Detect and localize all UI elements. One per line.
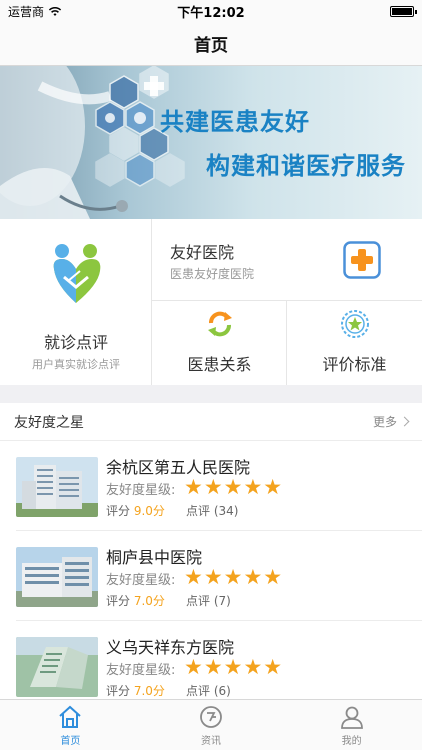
score: 评分 7.0分: [106, 592, 165, 609]
refresh-arrows-icon: [208, 311, 232, 337]
hospital-photo: [16, 637, 98, 697]
hospital-list: 余杭区第五人民医院 友好度星级: ★★★★★ 评分 9.0分 点评 (34) 桐…: [0, 441, 422, 699]
rating-label: 友好度星级:: [106, 483, 176, 498]
wifi-icon: [48, 6, 62, 16]
consult-review-title: 就诊点评: [43, 333, 108, 352]
friendly-hospital-title: 友好医院: [170, 243, 235, 262]
tab-profile-label: 我的: [341, 735, 362, 747]
chevron-right-icon: [399, 416, 410, 427]
hospital-photo: [16, 457, 98, 517]
home-icon: [59, 705, 81, 728]
score: 评分 9.0分: [106, 502, 165, 519]
tab-home[interactable]: 首页: [0, 700, 141, 750]
status-bar: 运营商 下午12:02: [0, 0, 422, 22]
score-value: 7.0分: [133, 594, 165, 608]
hospital-list-item[interactable]: 余杭区第五人民医院 友好度星级: ★★★★★ 评分 9.0分 点评 (34): [0, 441, 422, 529]
section-title: 友好度之星: [14, 414, 84, 431]
score-label: 评分: [106, 684, 131, 698]
hospital-photo: [16, 547, 98, 607]
friendly-hospital-card[interactable]: 友好医院 医患友好度医院: [152, 219, 422, 301]
tab-bar: 首页 资讯 我的: [0, 699, 422, 750]
evaluation-standard-title: 评价标准: [322, 355, 387, 374]
quick-actions-panel: 就诊点评 用户真实就诊点评 友好医院 医患友好度医院 医患关系 评价标准: [0, 219, 422, 385]
star-badge-icon: [341, 310, 369, 338]
consult-review-subtitle: 用户真实就诊点评: [32, 358, 120, 371]
star-rating: ★★★★★: [184, 655, 284, 679]
more-link[interactable]: 更多: [372, 413, 410, 430]
review-count: 点评 (34): [186, 504, 239, 518]
consult-review-card[interactable]: 就诊点评 用户真实就诊点评: [0, 219, 152, 385]
score-label: 评分: [106, 504, 131, 518]
news-icon: [200, 705, 222, 728]
page-title: 首页: [194, 36, 228, 56]
hospital-list-item[interactable]: 桐庐县中医院 友好度星级: ★★★★★ 评分 7.0分 点评 (7): [0, 531, 422, 619]
promo-banner[interactable]: 共建医患友好 构建和谐医疗服务: [0, 66, 422, 219]
hospital-cross-icon: [343, 241, 381, 279]
section-header: 友好度之星 更多: [0, 403, 422, 441]
banner-medical-illustration: [0, 66, 185, 219]
friendly-hospital-subtitle: 医患友好度医院: [170, 267, 255, 281]
tab-home-label: 首页: [60, 735, 81, 747]
score-value: 7.0分: [133, 684, 165, 698]
review-count: 点评 (7): [186, 594, 231, 608]
rating-label: 友好度星级:: [106, 663, 176, 678]
status-left: 运营商: [8, 3, 62, 20]
doctor-patient-card[interactable]: 医患关系: [152, 301, 287, 385]
evaluation-standard-card[interactable]: 评价标准: [287, 301, 422, 385]
navigation-bar: 首页: [0, 22, 422, 66]
star-rating: ★★★★★: [184, 475, 284, 499]
tab-news[interactable]: 资讯: [141, 700, 282, 750]
carrier-label: 运营商: [8, 4, 45, 19]
review-count: 点评 (6): [186, 684, 231, 698]
battery-icon: [390, 5, 417, 17]
hospital-list-item[interactable]: 义乌天祥东方医院 友好度星级: ★★★★★ 评分 7.0分 点评 (6): [0, 621, 422, 699]
status-time: 下午12:02: [177, 5, 245, 21]
banner-headline-1: 共建医患友好: [160, 108, 310, 136]
profile-icon: [340, 706, 363, 729]
tab-profile[interactable]: 我的: [281, 700, 422, 750]
star-rating: ★★★★★: [184, 565, 284, 589]
banner-headline-2: 构建和谐医疗服务: [206, 152, 406, 180]
more-label: 更多: [372, 415, 397, 429]
score-label: 评分: [106, 594, 131, 608]
doctor-patient-title: 医患关系: [187, 355, 252, 374]
score: 评分 7.0分: [106, 682, 165, 699]
score-value: 9.0分: [133, 504, 165, 518]
handshake-heart-icon: [53, 244, 101, 303]
rating-label: 友好度星级:: [106, 573, 176, 588]
tab-news-label: 资讯: [201, 735, 221, 747]
